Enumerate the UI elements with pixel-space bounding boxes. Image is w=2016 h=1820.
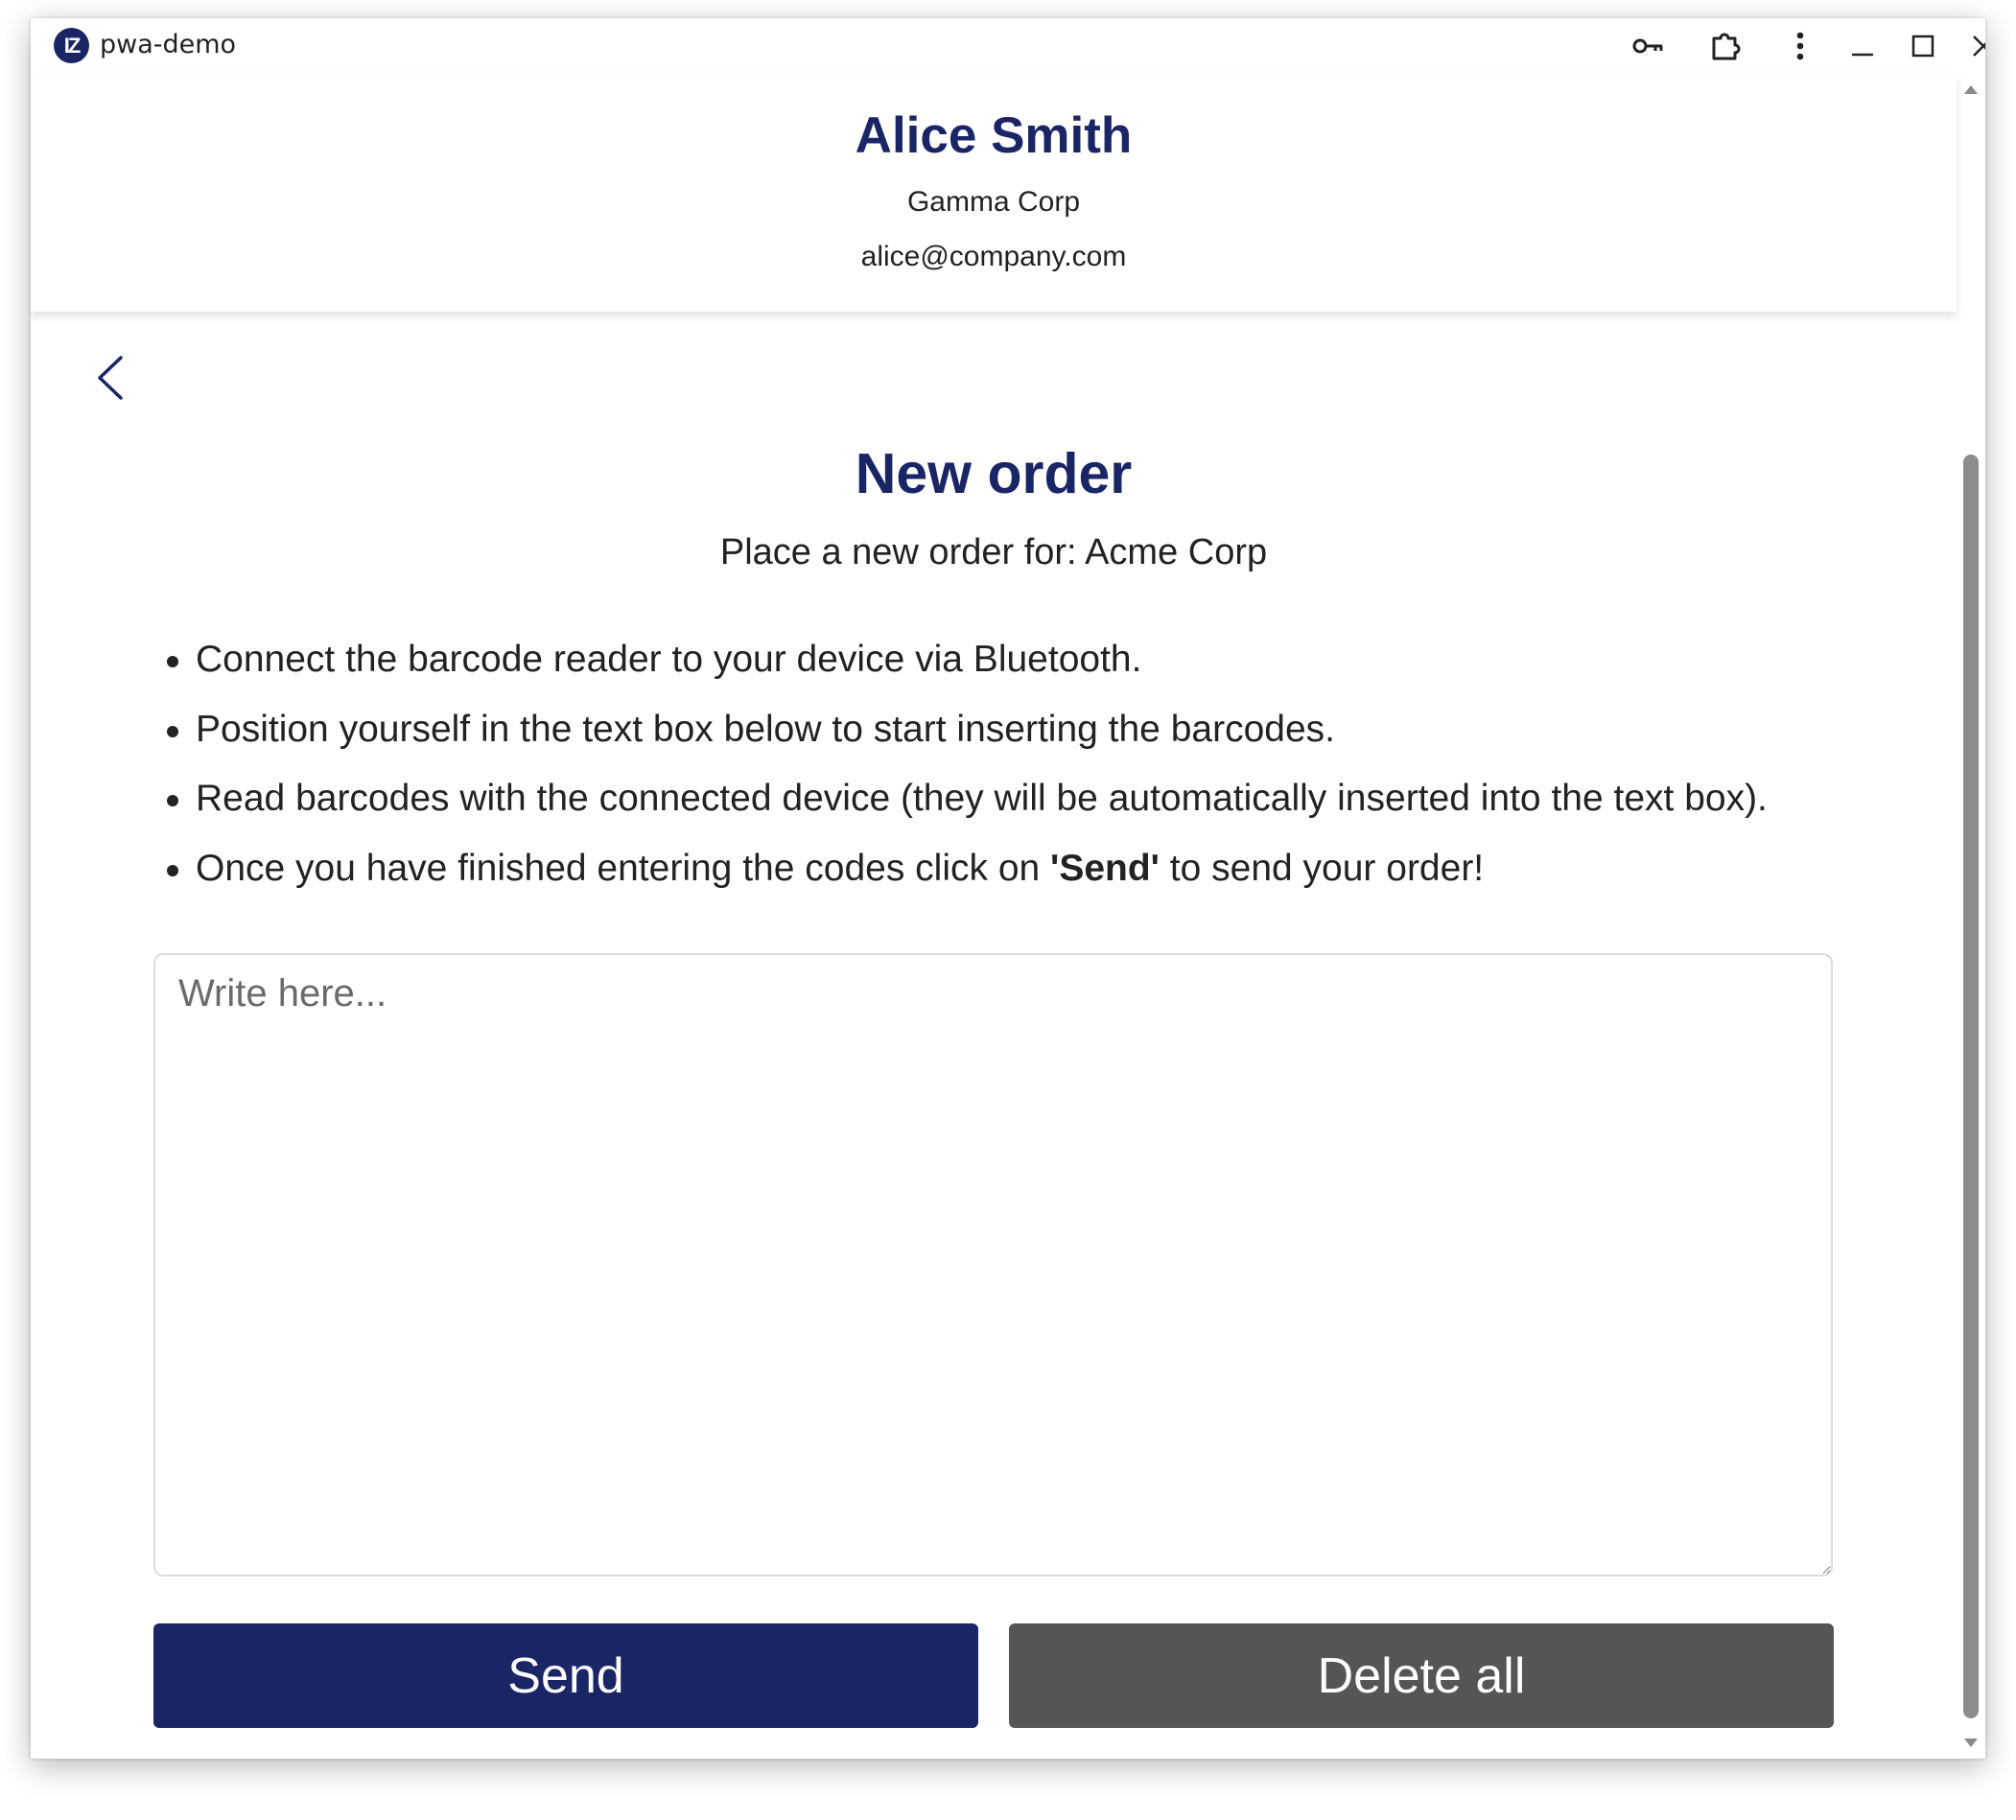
instruction-bold-text: 'Send' — [1050, 847, 1160, 889]
extension-icon[interactable] — [1703, 24, 1747, 68]
more-vert-icon[interactable] — [1778, 24, 1822, 68]
close-icon[interactable] — [1961, 24, 1985, 68]
instruction-item: Once you have finished entering the code… — [163, 846, 1889, 916]
back-button[interactable] — [86, 344, 134, 411]
user-header: Alice Smith Gamma Corp alice@company.com — [31, 74, 1957, 312]
app-window: IZ pwa-demo Alice Smith Gamma Corp alice… — [31, 18, 1985, 1759]
delete-all-button[interactable]: Delete all — [1009, 1623, 1834, 1728]
minimize-icon[interactable] — [1840, 24, 1885, 68]
user-email: alice@company.com — [860, 241, 1127, 272]
page-title: New order — [855, 442, 1133, 505]
page-subtitle: Place a new order for: Acme Corp — [719, 532, 1268, 572]
title-bar: IZ pwa-demo — [31, 18, 1985, 74]
instructions-list: Connect the barcode reader to your devic… — [163, 637, 1889, 915]
scrollbar-thumb[interactable] — [1963, 455, 1979, 1718]
instruction-item: Connect the barcode reader to your devic… — [163, 637, 1889, 707]
barcode-textarea[interactable] — [153, 953, 1833, 1576]
scroll-up-arrow-icon[interactable] — [1964, 85, 1978, 94]
instruction-text: to send your order! — [1159, 847, 1485, 889]
window-title: pwa-demo — [100, 30, 237, 59]
chevron-left-icon — [98, 356, 123, 400]
maximize-icon[interactable] — [1901, 24, 1945, 68]
instruction-item: Read barcodes with the connected device … — [163, 776, 1889, 846]
scroll-down-arrow-icon[interactable] — [1964, 1738, 1978, 1747]
app-logo-icon: IZ — [54, 28, 89, 63]
instruction-item: Position yourself in the text box below … — [163, 707, 1889, 777]
instruction-text: Once you have finished entering the code… — [196, 847, 1051, 889]
user-name: Alice Smith — [855, 107, 1133, 164]
key-icon[interactable] — [1627, 24, 1671, 68]
send-button[interactable]: Send — [153, 1623, 978, 1728]
user-company: Gamma Corp — [906, 186, 1081, 218]
